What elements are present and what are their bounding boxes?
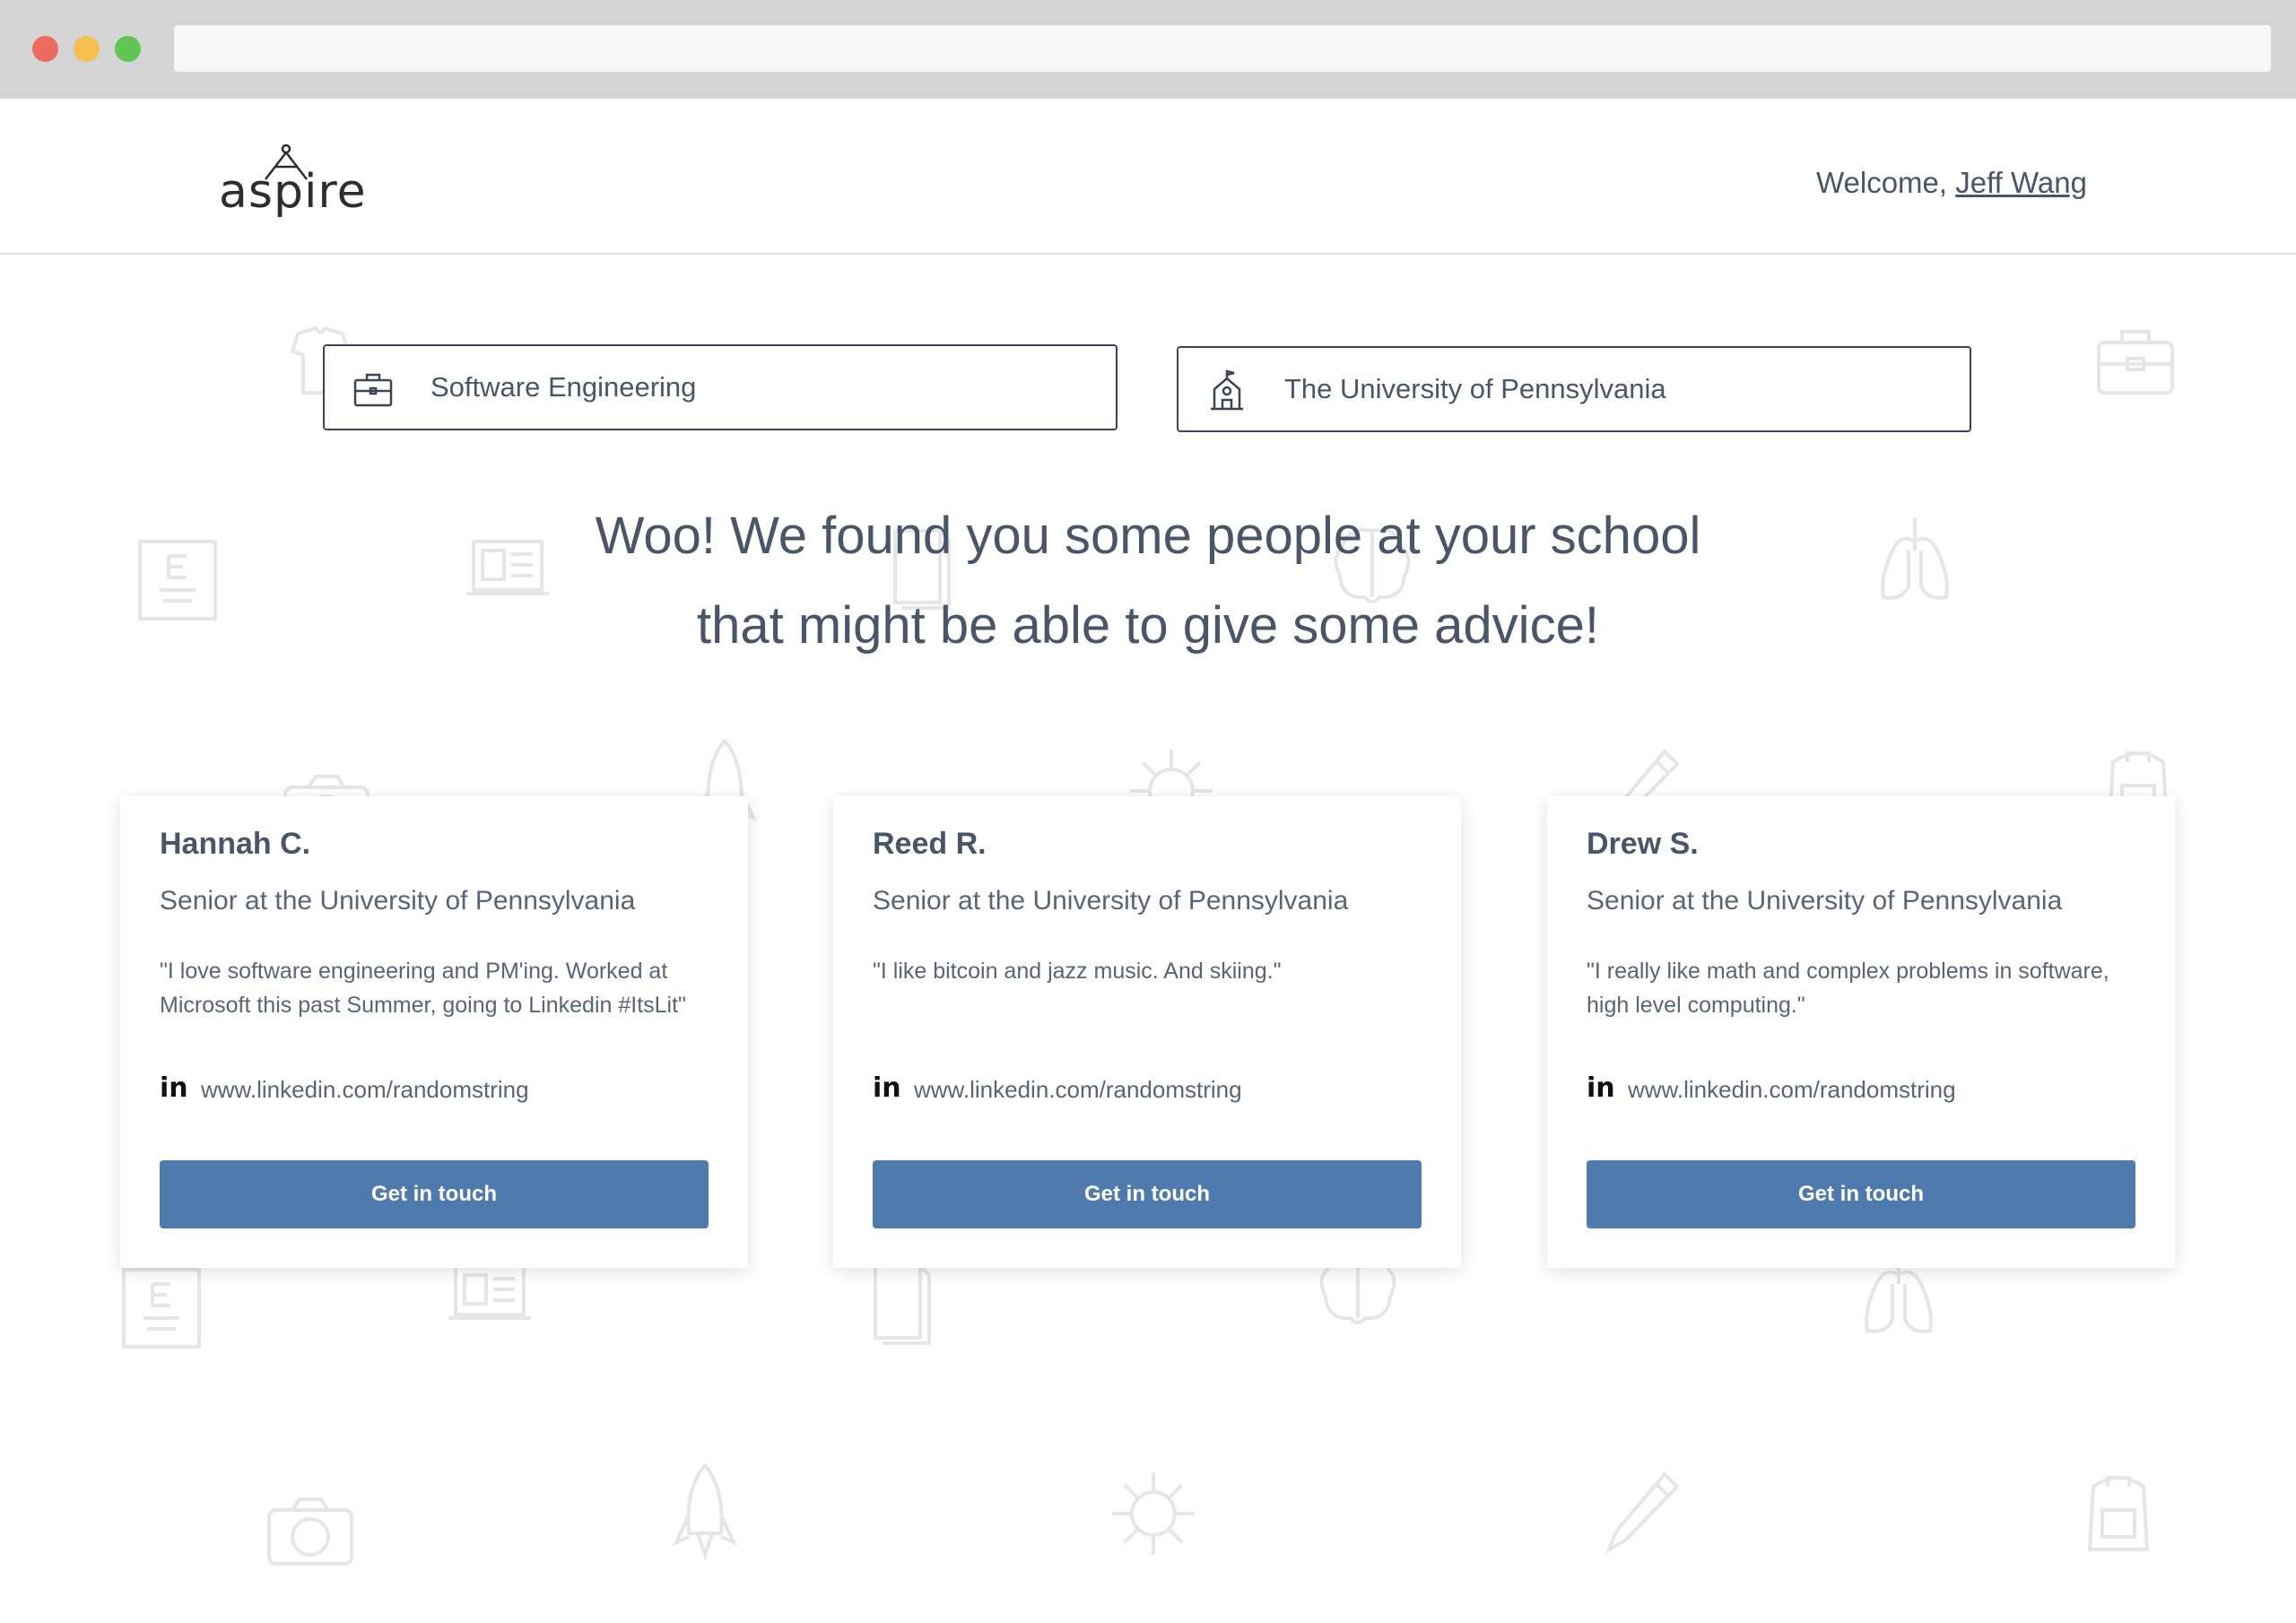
mentor-card: Drew S. Senior at the University of Penn…: [1547, 796, 2175, 1268]
aspire-logo[interactable]: aspire: [219, 143, 366, 224]
logo-text: aspire: [219, 165, 367, 219]
briefcase-icon: [353, 373, 393, 407]
virus-pattern-icon: [1112, 1472, 1195, 1555]
linkedin-link[interactable]: www.linkedin.com/randomstring: [914, 1076, 1242, 1104]
id-card-pattern-icon: [448, 1264, 531, 1320]
linkedin-icon: in: [1587, 1072, 1615, 1104]
welcome-message: Welcome, Jeff Wang: [1816, 166, 2087, 200]
linkedin-link[interactable]: www.linkedin.com/randomstring: [1628, 1076, 1956, 1104]
mentor-name: Reed R.: [873, 827, 987, 861]
mentor-card: Reed R. Senior at the University of Penn…: [833, 796, 1461, 1268]
school-value: The University of Pennsylvania: [1284, 373, 1666, 404]
backpack-pattern-icon: [2087, 1476, 2150, 1551]
mentor-name: Hannah C.: [160, 827, 311, 861]
results-headline: Woo! We found you some people at your sc…: [0, 491, 2296, 671]
mentor-name: Drew S.: [1587, 827, 1699, 861]
mentor-card: Hannah C. Senior at the University of Pe…: [120, 796, 748, 1268]
browser-chrome: [0, 0, 2296, 99]
welcome-prefix: Welcome,: [1815, 166, 1956, 199]
get-in-touch-button[interactable]: Get in touch: [160, 1160, 709, 1228]
school-input[interactable]: The University of Pennsylvania: [1177, 346, 1971, 432]
user-profile-link[interactable]: Jeff Wang: [1955, 166, 2087, 199]
linkedin-icon: in: [873, 1072, 901, 1104]
book-pattern-icon: [874, 1264, 931, 1345]
site-header: aspire Welcome, Jeff Wang: [0, 99, 2296, 255]
mentor-quote: "I really like math and complex problems…: [1587, 959, 2109, 1018]
field-of-interest-input[interactable]: Software Engineering: [323, 344, 1118, 430]
window-maximize-button[interactable]: [115, 36, 141, 62]
school-building-icon: [1211, 369, 1243, 411]
field-of-interest-value: Software Engineering: [430, 371, 697, 403]
linkedin-link[interactable]: www.linkedin.com/randomstring: [201, 1076, 529, 1104]
window-close-button[interactable]: [32, 36, 58, 62]
pencil-pattern-icon: [1605, 1471, 1680, 1554]
mentor-role: Senior at the University of Pennsylvania: [1587, 886, 2063, 916]
eye-chart-pattern-icon: [122, 1268, 201, 1349]
window-minimize-button[interactable]: [74, 36, 100, 62]
mentor-role: Senior at the University of Pennsylvania: [160, 886, 636, 916]
headline-line-1: Woo! We found you some people at your sc…: [595, 507, 1701, 565]
address-bar[interactable]: [174, 25, 2271, 72]
get-in-touch-button[interactable]: Get in touch: [873, 1160, 1422, 1228]
camera-pattern-icon: [267, 1497, 353, 1566]
mentor-quote: "I love software engineering and PM'ing.…: [160, 959, 686, 1018]
get-in-touch-button[interactable]: Get in touch: [1587, 1160, 2135, 1228]
mentor-quote: "I like bitcoin and jazz music. And skii…: [873, 959, 1282, 984]
rocket-pattern-icon: [672, 1462, 738, 1560]
headline-line-2: that might be able to give some advice!: [697, 596, 1599, 655]
briefcase-pattern-icon: [2097, 330, 2174, 395]
mentor-role: Senior at the University of Pennsylvania: [873, 886, 1349, 916]
linkedin-icon: in: [160, 1072, 188, 1104]
